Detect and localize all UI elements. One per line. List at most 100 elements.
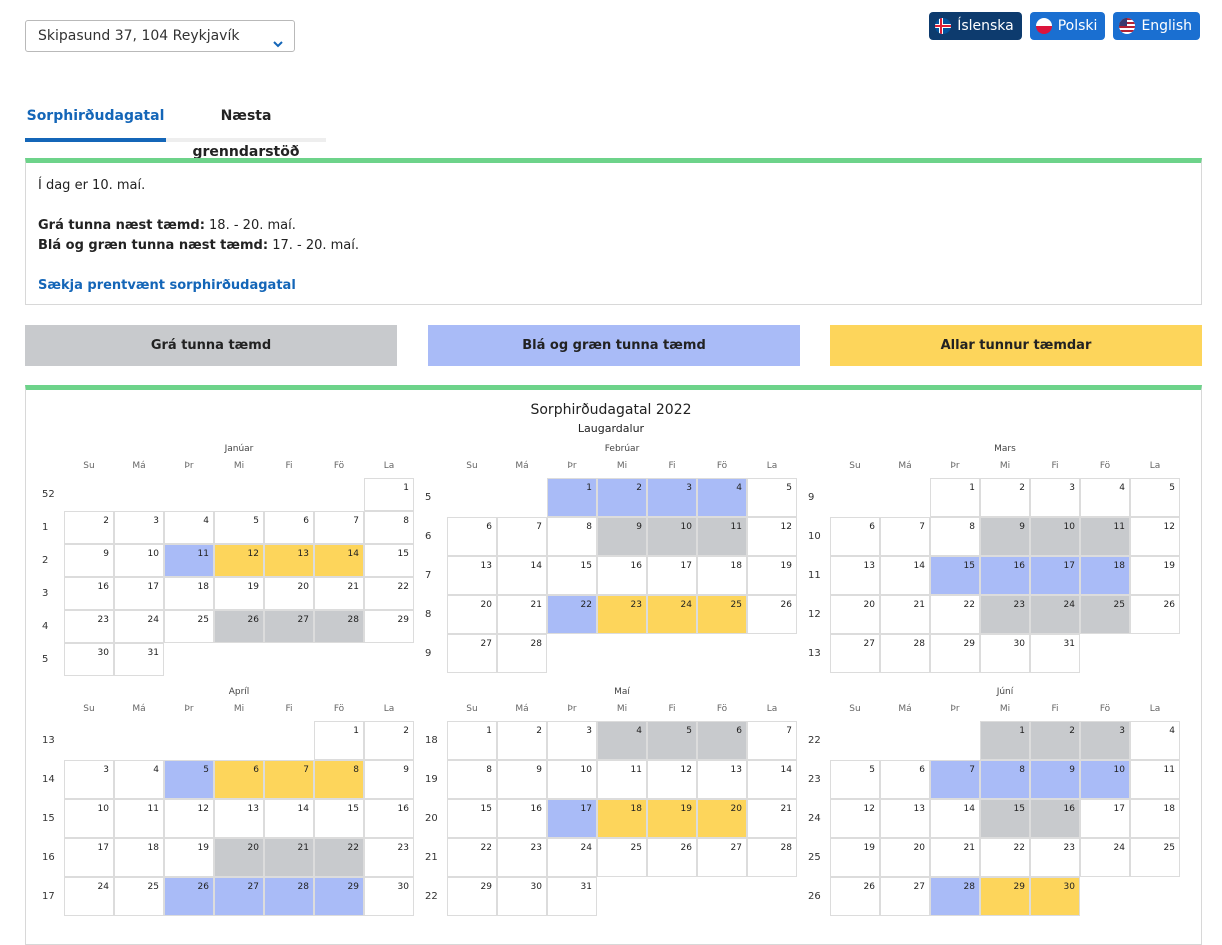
calendar-day: 16 bbox=[364, 799, 414, 838]
calendar-day: 28 bbox=[264, 877, 314, 916]
calendar-day: 17 bbox=[114, 577, 164, 610]
calendar-day: 28 bbox=[314, 610, 364, 643]
calendar-day: 5 bbox=[647, 721, 697, 760]
calendar-day: 24 bbox=[64, 877, 114, 916]
calendar-day: 4 bbox=[1080, 478, 1130, 517]
calendar-day: 21 bbox=[747, 799, 797, 838]
calendar-day: 13 bbox=[447, 556, 497, 595]
calendar-day: 23 bbox=[980, 595, 1030, 634]
blue-next-value: 17. - 20. maí. bbox=[268, 238, 360, 253]
calendar-day: 15 bbox=[930, 556, 980, 595]
legend: Grá tunna tæmd Blá og græn tunna tæmd Al… bbox=[25, 325, 1203, 366]
calendar-day: 24 bbox=[547, 838, 597, 877]
weekday-label: Má bbox=[515, 704, 529, 714]
language-button-islenska[interactable]: Íslenska bbox=[929, 12, 1022, 40]
today-text: Í dag er 10. maí. bbox=[38, 178, 146, 193]
calendar-day: 3 bbox=[64, 760, 114, 799]
calendar-day: 6 bbox=[880, 760, 930, 799]
calendar-day: 12 bbox=[214, 544, 264, 577]
poland-flag-icon bbox=[1035, 18, 1052, 34]
weekday-label: Fi bbox=[285, 704, 293, 714]
calendar-day: 29 bbox=[364, 610, 414, 643]
tab-sorphirdudagatal[interactable]: Sorphirðudagatal bbox=[25, 98, 166, 142]
calendar-day: 28 bbox=[930, 877, 980, 916]
calendar-day: 18 bbox=[114, 838, 164, 877]
calendar-day: 4 bbox=[597, 721, 647, 760]
weekday-label: Fi bbox=[1051, 461, 1059, 471]
weekday-label: Fö bbox=[1099, 461, 1111, 471]
weekday-label: La bbox=[766, 704, 778, 714]
legend-yellow: Allar tunnur tæmdar bbox=[830, 325, 1202, 366]
week-number: 52 bbox=[42, 488, 55, 500]
week-number: 14 bbox=[42, 773, 55, 785]
calendar-day: 11 bbox=[164, 544, 214, 577]
calendar-day: 17 bbox=[547, 799, 597, 838]
calendar-day: 9 bbox=[497, 760, 547, 799]
calendar-day: 3 bbox=[1080, 721, 1130, 760]
calendar-day: 15 bbox=[980, 799, 1030, 838]
calendar-day: 14 bbox=[264, 799, 314, 838]
week-number: 3 bbox=[42, 587, 49, 599]
calendar-day: 10 bbox=[64, 799, 114, 838]
calendar-day: 4 bbox=[697, 478, 747, 517]
usa-flag-icon bbox=[1119, 18, 1136, 34]
calendar-day: 8 bbox=[980, 760, 1030, 799]
print-calendar-link[interactable]: Sækja prentvænt sorphirðudagatal bbox=[38, 278, 296, 293]
calendar-day: 6 bbox=[214, 760, 264, 799]
language-button-polski[interactable]: Polski bbox=[1029, 12, 1106, 40]
weekday-label: Su bbox=[83, 704, 95, 714]
calendar-day: 31 bbox=[1030, 634, 1080, 673]
calendar-day: 1 bbox=[364, 478, 414, 511]
calendar-day: 23 bbox=[1030, 838, 1080, 877]
weekday-label: Mi bbox=[233, 704, 245, 714]
calendar-day: 5 bbox=[164, 760, 214, 799]
calendar-day: 26 bbox=[164, 877, 214, 916]
week-number: 9 bbox=[425, 647, 432, 659]
calendar-day: 11 bbox=[1130, 760, 1180, 799]
calendar-day: 22 bbox=[930, 595, 980, 634]
calendar-day: 3 bbox=[1030, 478, 1080, 517]
calendar-day: 17 bbox=[1030, 556, 1080, 595]
calendar-day: 22 bbox=[314, 838, 364, 877]
tab-naesta-grenndarstod[interactable]: Næsta grenndarstöð bbox=[166, 98, 326, 160]
address-select[interactable]: Skipasund 37, 104 Reykjavík bbox=[25, 20, 295, 52]
calendar-day: 10 bbox=[1080, 760, 1130, 799]
calendar-day: 7 bbox=[747, 721, 797, 760]
calendar-title: Sorphirðudagatal 2022 bbox=[530, 402, 692, 418]
calendar-day: 26 bbox=[647, 838, 697, 877]
week-number: 22 bbox=[808, 734, 821, 746]
week-number: 16 bbox=[42, 851, 55, 863]
week-number: 1 bbox=[42, 521, 49, 533]
calendar-day: 13 bbox=[264, 544, 314, 577]
calendar-day: 28 bbox=[747, 838, 797, 877]
calendar-day: 8 bbox=[930, 517, 980, 556]
calendar-day: 6 bbox=[264, 511, 314, 544]
calendar-day: 19 bbox=[830, 838, 880, 877]
calendar-day: 2 bbox=[497, 721, 547, 760]
week-number: 2 bbox=[42, 554, 49, 566]
week-number: 5 bbox=[42, 653, 49, 665]
calendar-day: 18 bbox=[697, 556, 747, 595]
calendar-subtitle: Laugardalur bbox=[577, 422, 645, 435]
calendar-day: 21 bbox=[264, 838, 314, 877]
weekday-label: Þr bbox=[950, 461, 960, 471]
calendar-day: 18 bbox=[164, 577, 214, 610]
calendar-day: 23 bbox=[364, 838, 414, 877]
calendar-day: 19 bbox=[647, 799, 697, 838]
calendar-day: 14 bbox=[497, 556, 547, 595]
info-panel: Í dag er 10. maí. Grá tunna næst tæmd: 1… bbox=[25, 158, 1202, 305]
calendar-day: 12 bbox=[647, 760, 697, 799]
calendar-day: 30 bbox=[497, 877, 547, 916]
calendar-day: 8 bbox=[314, 760, 364, 799]
calendar-day: 25 bbox=[1080, 595, 1130, 634]
calendar-day: 13 bbox=[880, 799, 930, 838]
calendar-day: 7 bbox=[264, 760, 314, 799]
calendar-day: 2 bbox=[64, 511, 114, 544]
language-button-english[interactable]: English bbox=[1113, 12, 1200, 40]
month-name: Janúar bbox=[224, 444, 254, 454]
calendar-day: 6 bbox=[830, 517, 880, 556]
calendar-day: 29 bbox=[980, 877, 1030, 916]
calendar-day: 10 bbox=[547, 760, 597, 799]
calendar-day: 27 bbox=[214, 877, 264, 916]
calendar-day: 14 bbox=[314, 544, 364, 577]
